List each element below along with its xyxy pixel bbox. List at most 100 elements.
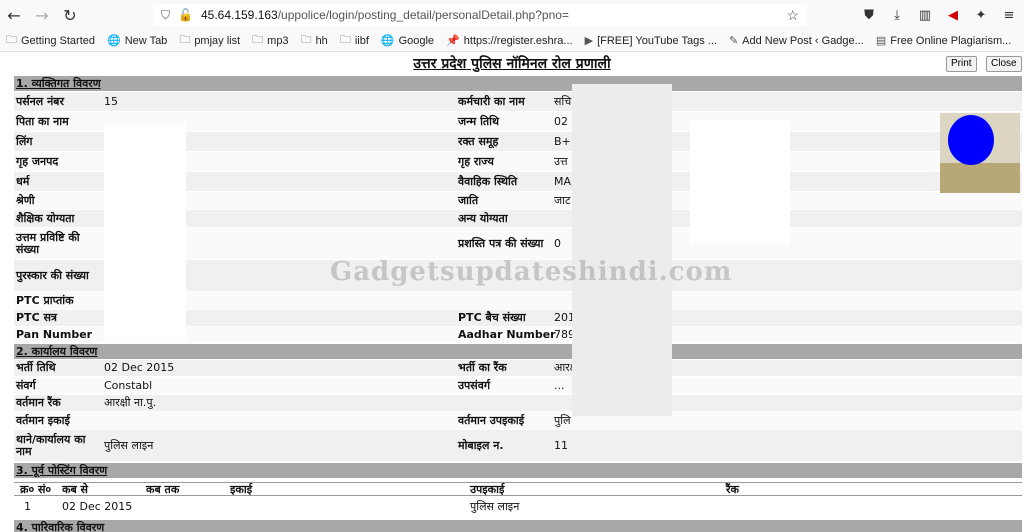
globe-icon: 🌐 [380, 35, 395, 47]
bookmark-label: Free Online Plagiarism... [890, 34, 1012, 47]
field-label: PTC प्राप्तांक [16, 293, 74, 307]
download-icon[interactable]: ⤓ [886, 4, 908, 26]
field-value: पुलिस लाइन [104, 438, 154, 452]
bookmark-label: hh [315, 34, 328, 47]
field-label: वैवाहिक स्थिति [458, 174, 518, 188]
bookmark-item[interactable]: ▤ Free Online Plagiarism... [870, 34, 1017, 48]
field-label: धर्म [16, 174, 30, 188]
bookmark-item[interactable]: 🗀 mp3 [246, 31, 294, 50]
folder-icon: 🗀 [252, 34, 264, 46]
field-label: PTC बैच संख्या [458, 311, 526, 324]
reload-icon[interactable]: ↻ [56, 1, 84, 29]
bookmark-label: pmjay list [194, 34, 241, 47]
bookmark-item[interactable]: ▶ [FREE] YouTube Tags ... [579, 34, 723, 48]
pin-icon: 📌 [446, 35, 460, 47]
bookmark-item[interactable]: 🌐 Google [375, 34, 440, 48]
field-label: वर्तमान इकाई [16, 413, 70, 427]
section-office-details: 2. कार्यालय विवरण [14, 344, 1022, 359]
bookmark-item[interactable]: ✎ Add New Post ‹ Gadge... [723, 34, 870, 48]
uniform-shape [940, 163, 1020, 193]
field-label: गृह राज्य [458, 154, 494, 168]
field-label [458, 292, 558, 309]
detail-row: पर्सनल नंबर 15 कर्मचारी का नाम सचि [14, 92, 1022, 111]
field-label: भर्ती तिथि [16, 361, 56, 374]
col-from: कब से [62, 483, 88, 496]
page-title: उत्तर प्रदेश पुलिस नॉमिनल रोल प्रणाली [413, 56, 611, 72]
pocket-icon[interactable]: ⛊ [858, 4, 880, 26]
employee-photo [940, 113, 1020, 193]
col-serial: क्र० सं० [20, 483, 52, 496]
browser-toolbar: ← → ↻ ⛉ 🔓 45.64.159.163/uppolice/login/p… [0, 0, 1024, 30]
bookmark-item[interactable]: ⚐Log In ‹ gadgets updat... [1017, 34, 1024, 47]
section-posting-details: 3. पूर्व पोस्टिंग विवरण [14, 463, 1022, 478]
field-label: उत्तम प्रविष्टि की संख्या [16, 230, 80, 256]
bookmark-label: New Tab [124, 34, 168, 47]
detail-row: वर्तमान रैंक आरक्षी ना.पु. [14, 395, 1022, 411]
field-label: पिता का नाम [16, 114, 69, 128]
field-label: पर्सनल नंबर [16, 94, 64, 108]
folder-icon: 🗀 [300, 34, 312, 46]
field-label: Aadhar Number [458, 328, 556, 341]
field-value [104, 412, 444, 429]
field-label: भर्ती का रैंक [458, 361, 507, 374]
detail-row: भर्ती तिथि 02 Dec 2015 भर्ती का रैंक आरक्ष [14, 360, 1022, 376]
cell-subunit: पुलिस लाइन [470, 500, 520, 513]
posting-table-header: क्र० सं० कब से कब तक इकाई उपइकाई रैंक [14, 482, 1022, 496]
field-label: मोबाइल न. [458, 438, 504, 452]
detail-row: थाने/कार्यालय का नाम पुलिस लाइन मोबाइल न. 1… [14, 430, 1022, 461]
bookmark-item[interactable]: 🗀 pmjay list [173, 31, 246, 50]
field-label: जाति [458, 193, 479, 207]
bookmark-item[interactable]: 🗀 iibf [334, 31, 375, 50]
insecure-lock-icon[interactable]: 🔓 [178, 8, 193, 22]
cell-from: 02 Dec 2015 [62, 500, 133, 513]
extensions-puzzle-icon[interactable]: ✦ [970, 4, 992, 26]
menu-icon[interactable]: ≡ [998, 4, 1020, 26]
field-label: गृह जनपद [16, 154, 59, 168]
back-icon[interactable]: ← [0, 1, 28, 29]
field-value: आरक्षी ना.पु. [104, 396, 157, 409]
youtube-icon: ▶ [584, 35, 594, 47]
field-label: कर्मचारी का नाम [458, 94, 525, 108]
col-subunit: उपइकाई [470, 483, 505, 496]
field-label: रक्त समूह [458, 134, 499, 148]
watermark: Gadgetsupdateshindi.com [330, 257, 733, 287]
print-button[interactable]: Print [946, 56, 977, 72]
field-label [458, 395, 558, 411]
bookmark-label: mp3 [267, 34, 289, 47]
field-label: थाने/कार्यालय का नाम [16, 432, 86, 458]
redaction-mask [104, 124, 186, 342]
page-content: उत्तर प्रदेश पुलिस नॉमिनल रोल प्रणाली Pr… [0, 52, 1024, 532]
folder-icon: 🗀 [6, 34, 17, 46]
bookmark-label: Add New Post ‹ Gadge... [742, 34, 864, 47]
forward-icon[interactable]: → [28, 1, 56, 29]
extension-icon[interactable]: ◀ [942, 4, 964, 26]
globe-icon: 🌐 [107, 35, 121, 47]
post-icon: ✎ [728, 35, 739, 47]
detail-row: संवर्ग Constabl उपसंवर्ग... [14, 377, 1022, 394]
bookmark-item[interactable]: 🗀 hh [295, 31, 334, 50]
col-rank: रैंक [726, 483, 739, 496]
field-label: अन्य योग्यता [458, 211, 508, 225]
field-label: संवर्ग [16, 378, 36, 392]
table-row: 1 02 Dec 2015 पुलिस लाइन [14, 498, 1022, 516]
bookmarks-bar: 🗀 Getting Started 🌐 New Tab 🗀 pmjay list 🗀 mp3 🗀… [0, 30, 1024, 52]
bookmark-label: https://register.eshra... [463, 34, 573, 47]
bookmark-star-icon[interactable]: ☆ [786, 7, 799, 24]
field-label: शैक्षिक योग्यता [16, 211, 75, 225]
bookmark-item[interactable]: 🌐 New Tab [101, 34, 173, 48]
bookmark-item[interactable]: 📌 https://register.eshra... [440, 34, 579, 48]
bookmark-label: Getting Started [21, 34, 95, 47]
bookmark-item[interactable]: 🗀 Getting Started [0, 31, 101, 50]
field-value: 02 Dec 2015 [104, 361, 175, 374]
col-to: कब तक [146, 483, 180, 496]
cell-serial: 1 [24, 500, 31, 513]
sidebar-icon[interactable]: ▥ [914, 4, 936, 26]
field-label: उपसंवर्ग [458, 378, 491, 392]
shield-icon[interactable]: ⛉ [161, 8, 170, 23]
field-label: प्रशस्ति पत्र की संख्या [458, 236, 544, 250]
address-bar[interactable]: ⛉ 🔓 45.64.159.163/uppolice/login/posting… [153, 4, 807, 26]
field-value: 15 [104, 94, 118, 108]
field-label: वर्तमान उपइकाई [458, 413, 525, 427]
redaction-mask [572, 84, 672, 416]
close-button[interactable]: Close [986, 56, 1022, 72]
